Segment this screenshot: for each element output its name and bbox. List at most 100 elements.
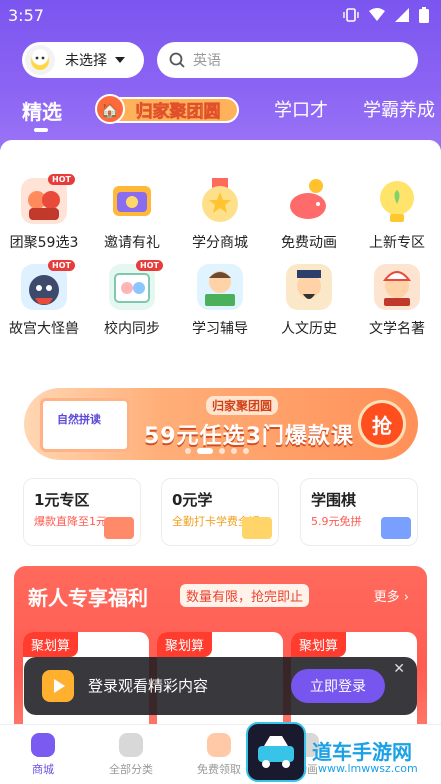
more-link[interactable]: 更多 › xyxy=(374,586,409,605)
study-tutor-icon xyxy=(197,264,243,310)
deal-tag: 聚划算 xyxy=(23,632,79,657)
hot-badge: HOT xyxy=(136,260,163,271)
tab-top-student[interactable]: 学霸养成 xyxy=(363,96,435,122)
category-label: 邀请有礼 xyxy=(104,235,160,251)
piggy-bank-icon xyxy=(286,178,332,224)
category-label: 上新专区 xyxy=(369,235,425,251)
watermark-logo-icon xyxy=(246,722,306,782)
promo-title: 1元专区 xyxy=(34,491,90,509)
category-label: 学习辅导 xyxy=(192,321,248,337)
category-free-animation[interactable]: 免费动画 xyxy=(269,178,349,252)
deal-tag: 聚划算 xyxy=(157,632,213,657)
tab-indicator xyxy=(34,128,48,132)
gift-icon xyxy=(207,733,231,757)
search-input[interactable]: 英语 xyxy=(157,42,418,78)
school-sync-icon: HOT xyxy=(109,260,163,310)
grade-label: 未选择 xyxy=(65,53,107,69)
nav-label: 全部分类 xyxy=(109,763,153,776)
grade-selector[interactable]: 未选择 xyxy=(22,42,144,78)
category-label: 人文历史 xyxy=(281,321,337,337)
lightbulb-icon xyxy=(374,178,420,224)
promo-title: 0元学 xyxy=(172,491,213,509)
category-history[interactable]: 人文历史 xyxy=(269,264,349,338)
red-packet-icon xyxy=(104,517,134,539)
promo-title: 学围棋 xyxy=(311,491,357,509)
chess-board-icon xyxy=(381,517,411,539)
carousel-dot xyxy=(219,448,225,454)
tab-reunion-logo[interactable]: 🏠 归家聚团圆 xyxy=(94,92,240,126)
category-school-sync[interactable]: HOT 校内同步 xyxy=(92,260,172,338)
status-bar: 3:57 xyxy=(0,0,441,32)
tab-eloquence[interactable]: 学口才 xyxy=(274,96,328,122)
palace-monster-icon: HOT xyxy=(21,260,75,310)
family-reunion-icon: HOT xyxy=(21,174,75,224)
carousel-dot xyxy=(185,448,191,454)
vibrate-icon xyxy=(343,8,359,22)
category-new-arrivals[interactable]: 上新专区 xyxy=(357,178,437,252)
search-placeholder: 英语 xyxy=(193,53,221,69)
caret-down-icon xyxy=(115,57,125,63)
hot-badge: HOT xyxy=(48,174,75,185)
play-icon xyxy=(42,670,74,702)
tab-featured[interactable]: 精选 xyxy=(22,96,62,125)
deal-tag: 聚划算 xyxy=(291,632,347,657)
carousel-dots xyxy=(185,448,249,454)
category-reunion[interactable]: HOT 团聚59选3 xyxy=(4,174,84,252)
close-icon[interactable]: ✕ xyxy=(393,661,405,677)
avatar xyxy=(25,45,55,75)
nav-label: 免费领取 xyxy=(197,763,241,776)
carousel-dot xyxy=(243,448,249,454)
classic-literature-icon xyxy=(374,264,420,310)
category-invite[interactable]: 邀请有礼 xyxy=(92,178,172,252)
category-literature[interactable]: 文学名著 xyxy=(357,264,437,338)
watermark-title: 道车手游网 xyxy=(312,740,412,764)
status-time: 3:57 xyxy=(8,6,44,25)
category-label: 免费动画 xyxy=(281,235,337,251)
book-cover: 自然拼读 xyxy=(40,398,130,452)
toast-message: 登录观看精彩内容 xyxy=(88,677,209,695)
banner-title: 59元任选3门爆款课 xyxy=(144,424,354,449)
mall-icon xyxy=(31,733,55,757)
reunion-logo-text: 归家聚团圆 xyxy=(136,101,221,122)
app-header: 3:57 未选择 英语 精选 🏠 归家聚团圆 学口才 学霸养成 xyxy=(0,0,441,150)
promo-card-one-yuan[interactable]: 1元专区 爆款直降至1元 xyxy=(23,478,141,546)
mascot-icon xyxy=(31,49,49,70)
category-study-tutor[interactable]: 学习辅导 xyxy=(180,264,260,338)
category-label: 文学名著 xyxy=(369,321,425,337)
wifi-icon xyxy=(369,8,385,21)
nav-free-claim[interactable]: 免费领取 xyxy=(184,733,254,777)
banner-subtitle: 归家聚团圆 xyxy=(206,396,279,415)
grid-icon xyxy=(119,733,143,757)
top-tabs: 精选 🏠 归家聚团圆 学口才 学霸养成 xyxy=(0,88,441,138)
history-figure-icon xyxy=(286,264,332,310)
limited-tag: 数量有限，抢完即止 xyxy=(180,584,310,607)
promo-desc: 5.9元免拼 xyxy=(311,515,362,528)
reunion-logo-icon: 🏠 归家聚团圆 xyxy=(95,94,239,124)
category-credit-mall[interactable]: 学分商城 xyxy=(180,178,260,252)
login-button[interactable]: 立即登录 xyxy=(291,669,385,703)
category-label: 学分商城 xyxy=(192,235,248,251)
category-label: 团聚59选3 xyxy=(9,235,79,251)
watermark-url: www.lmwwsz.com xyxy=(318,762,418,775)
carousel-dot xyxy=(231,448,237,454)
status-icons xyxy=(343,7,429,23)
category-palace-monster[interactable]: HOT 故宫大怪兽 xyxy=(4,260,84,338)
nav-all-categories[interactable]: 全部分类 xyxy=(96,733,166,777)
category-label: 故宫大怪兽 xyxy=(9,321,79,337)
nav-mall[interactable]: 商城 xyxy=(8,733,78,777)
nav-label: 商城 xyxy=(32,763,54,776)
grab-button[interactable]: 抢 xyxy=(358,400,406,448)
battery-icon xyxy=(419,7,429,23)
login-toast: 登录观看精彩内容 立即登录 ✕ xyxy=(24,657,417,715)
svg-text:🏠: 🏠 xyxy=(101,102,118,119)
signal-icon xyxy=(395,8,409,22)
search-icon xyxy=(169,52,185,68)
promo-card-go-chess[interactable]: 学围棋 5.9元免拼 xyxy=(300,478,418,546)
promo-card-free-study[interactable]: 0元学 全勤打卡学费全返 xyxy=(161,478,279,546)
promo-desc: 爆款直降至1元 xyxy=(34,515,107,528)
category-label: 校内同步 xyxy=(104,321,160,337)
medal-star-icon xyxy=(197,178,243,224)
coin-icon xyxy=(242,517,272,539)
hot-badge: HOT xyxy=(48,260,75,271)
book-label: 自然拼读 xyxy=(57,413,101,426)
